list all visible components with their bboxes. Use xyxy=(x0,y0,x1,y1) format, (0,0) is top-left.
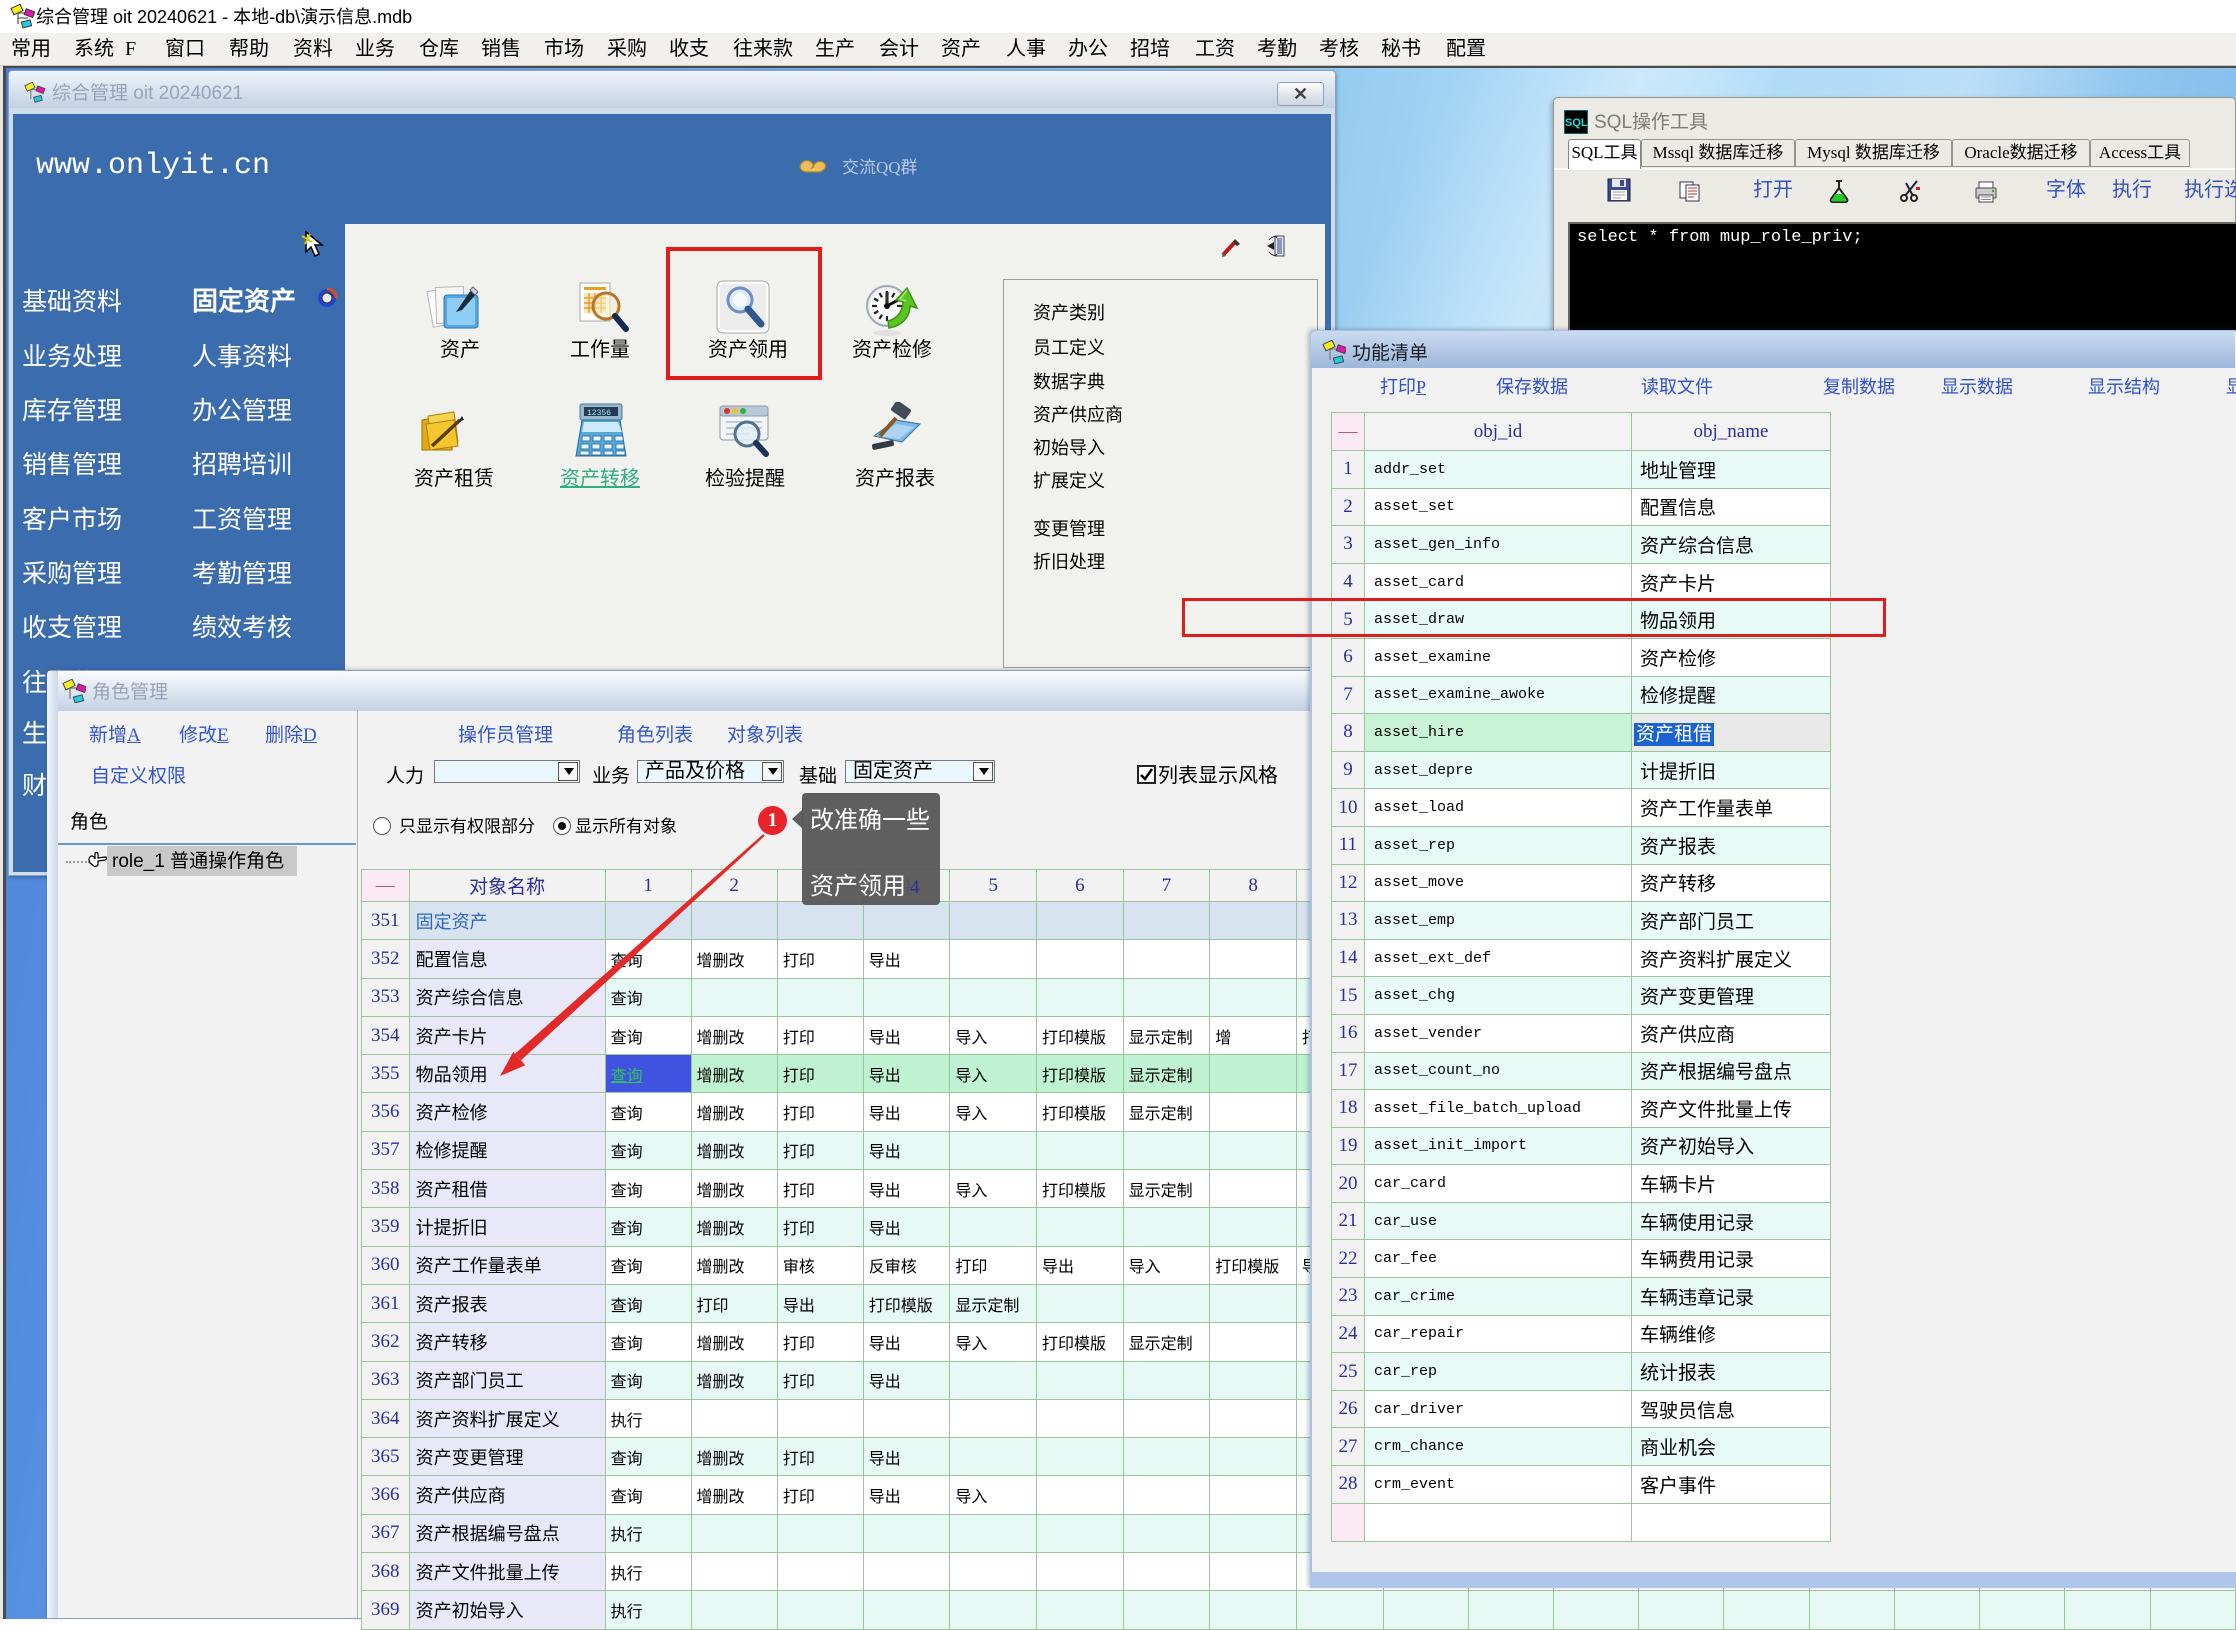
svg-text:SQL: SQL xyxy=(1565,117,1588,129)
svg-text:12356: 12356 xyxy=(587,409,611,418)
